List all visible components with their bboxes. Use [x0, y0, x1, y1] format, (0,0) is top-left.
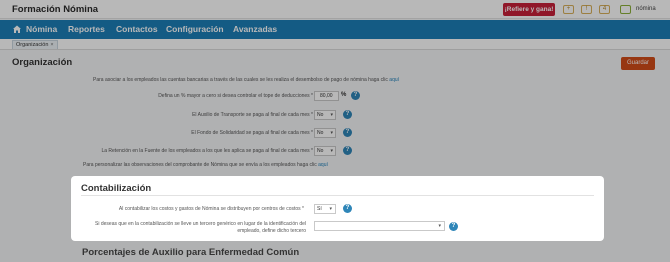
section-title: Contabilización	[81, 183, 152, 194]
third-party-select[interactable]: ▾	[314, 221, 445, 231]
chevron-down-icon: ▾	[438, 223, 441, 229]
third-party-label-2: empleado, define dicho tercero	[237, 228, 306, 234]
divider	[81, 195, 594, 196]
enfermedad-section-title: Porcentajes de Auxilio para Enfermedad C…	[82, 247, 300, 258]
chevron-down-icon: ▾	[329, 206, 332, 212]
third-party-label-1: Si deseas que en la contabilización se l…	[95, 221, 306, 227]
cost-center-label: Al contabilizar los costos y gastos de N…	[118, 206, 304, 212]
cost-center-select[interactable]: Sí ▾	[314, 204, 336, 214]
contabilizacion-section: Contabilización Al contabilizar los cost…	[71, 176, 604, 241]
help-icon[interactable]: ?	[449, 222, 458, 231]
help-icon[interactable]: ?	[343, 204, 352, 213]
